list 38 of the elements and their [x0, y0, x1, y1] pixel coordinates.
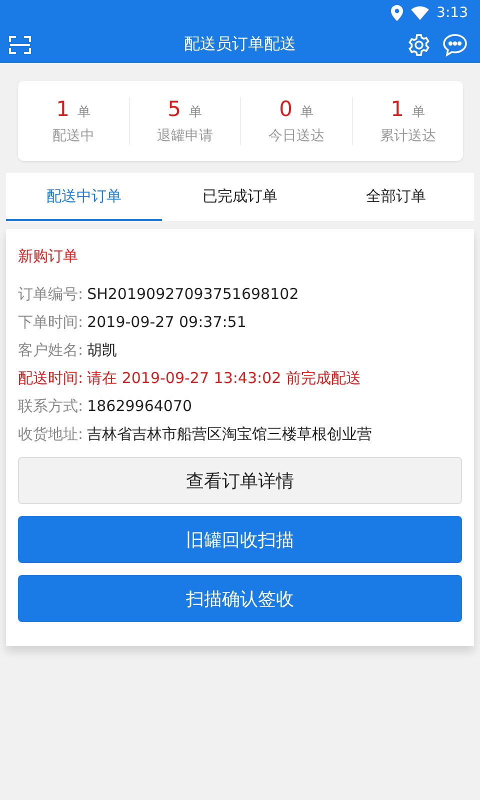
field-label: 下单时间:	[18, 312, 84, 333]
field-label: 收货地址:	[18, 424, 84, 445]
action-button[interactable]: 扫描确认签收	[18, 575, 462, 622]
field-label: 客户姓名:	[18, 340, 84, 361]
stat-unit: 单	[188, 104, 202, 121]
wifi-icon	[410, 6, 429, 20]
field-label: 订单编号:	[18, 284, 84, 305]
stat-label: 累计送达	[380, 127, 436, 145]
scan-icon[interactable]	[9, 34, 31, 54]
stat-count: 0	[279, 97, 292, 121]
action-button[interactable]: 旧罐回收扫描	[18, 516, 462, 563]
field-value: 2019-09-27 09:37:51	[87, 312, 246, 333]
field-label: 配送时间:	[18, 368, 84, 389]
field-value: 吉林省吉林市船营区淘宝馆三楼草根创业营	[87, 424, 372, 445]
tab[interactable]: 全部订单	[318, 173, 474, 221]
tab[interactable]: 已完成订单	[162, 173, 318, 221]
stat-count: 1	[56, 97, 70, 121]
settings-icon[interactable]	[407, 32, 431, 56]
tab[interactable]: 配送中订单	[6, 173, 162, 221]
stat-label: 今日送达	[268, 127, 324, 145]
stat-unit: 单	[300, 104, 314, 121]
order-type: 新购订单	[18, 247, 79, 266]
field-value: 胡凯	[87, 340, 118, 361]
app-title: 配送员订单配送	[184, 34, 296, 55]
stat-count: 5	[168, 97, 181, 121]
action-button[interactable]: 查看订单详情	[18, 457, 462, 504]
field-value: 请在 2019-09-27 13:43:02 前完成配送	[87, 368, 361, 389]
field-value: SH20190927093751698102	[87, 284, 299, 305]
field-value: 18629964070	[87, 396, 192, 417]
location-icon	[390, 5, 403, 21]
status-time: 3:13	[436, 5, 468, 21]
field-label: 联系方式:	[18, 396, 84, 417]
stat-count: 1	[390, 97, 404, 121]
stat-unit: 单	[412, 104, 425, 121]
stat-unit: 单	[77, 104, 90, 121]
chat-icon[interactable]	[442, 32, 468, 56]
stat-label: 配送中	[52, 127, 94, 145]
stat-label: 退罐申请	[156, 127, 213, 145]
